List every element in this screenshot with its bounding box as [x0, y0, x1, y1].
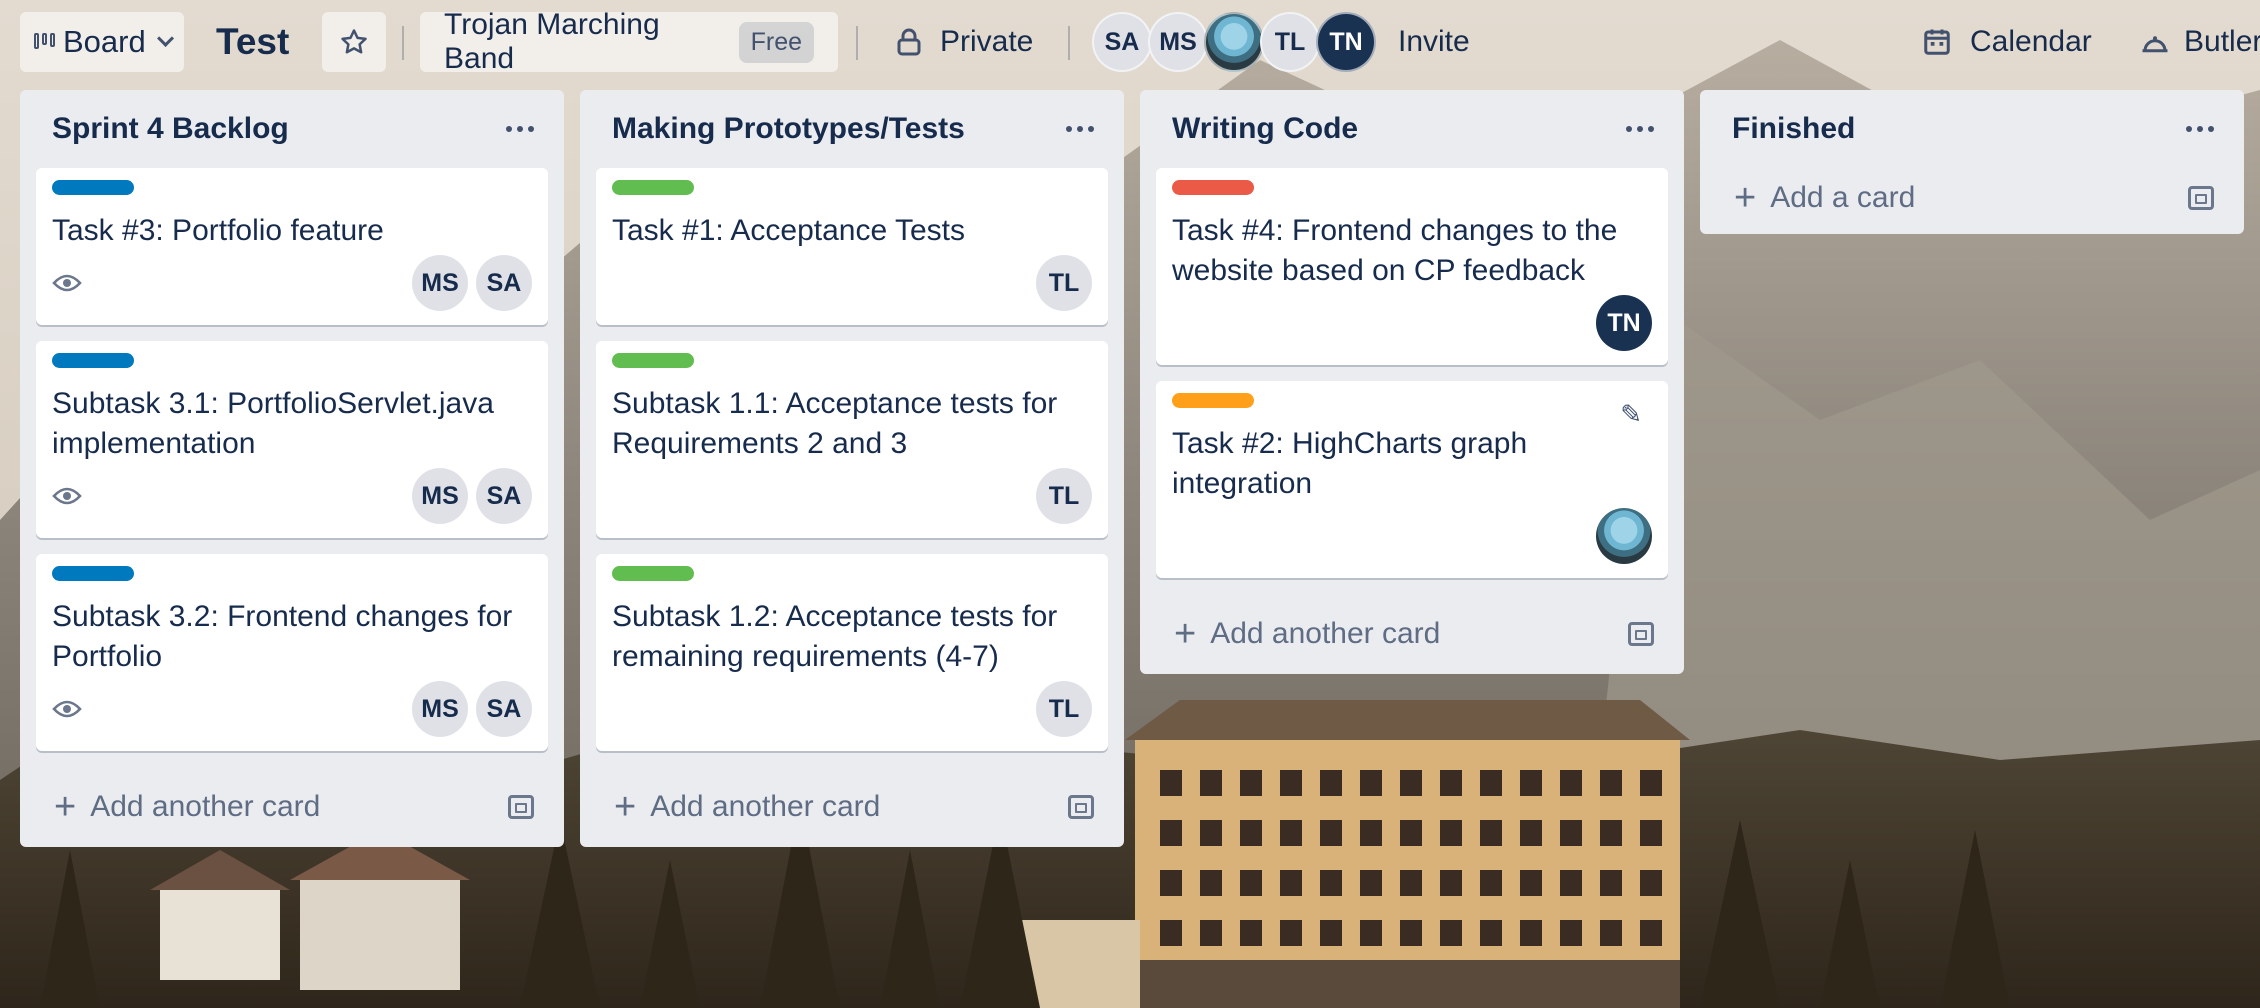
add-card-button[interactable]: + Add another card — [20, 767, 564, 847]
card-member-avatar[interactable]: SA — [476, 468, 532, 524]
calendar-powerup-button[interactable]: Calendar — [1900, 12, 2114, 72]
card[interactable]: Subtask 1.2: Acceptance tests for remain… — [596, 554, 1108, 751]
card-label[interactable] — [612, 566, 694, 581]
card-title: Subtask 1.1: Acceptance tests for Requir… — [612, 387, 1058, 460]
plus-icon: + — [1734, 176, 1757, 219]
header-divider — [1068, 26, 1070, 60]
add-card-button[interactable]: + Add another card — [580, 767, 1124, 847]
pencil-icon[interactable]: ✎ — [1620, 399, 1642, 430]
card-title: Subtask 3.1: PortfolioServlet.java imple… — [52, 387, 494, 460]
calendar-label: Calendar — [1970, 25, 2092, 58]
card-member-avatar[interactable]: TL — [1036, 255, 1092, 311]
plus-icon: + — [614, 785, 637, 828]
list-finished: Finished + Add a card — [1700, 90, 2244, 234]
card-member-avatar[interactable]: MS — [412, 255, 468, 311]
card-label[interactable] — [1172, 393, 1254, 408]
card-member-avatar[interactable]: SA — [476, 255, 532, 311]
team-button[interactable]: Trojan Marching Band Free — [420, 8, 838, 75]
list-title[interactable]: Finished — [1732, 112, 1855, 146]
card-label[interactable] — [52, 180, 134, 195]
card[interactable]: Task #4: Frontend changes to the website… — [1156, 168, 1668, 365]
visibility-button[interactable]: Private — [874, 12, 1055, 72]
card[interactable]: Subtask 1.1: Acceptance tests for Requir… — [596, 341, 1108, 538]
member-avatar[interactable]: SA — [1092, 12, 1152, 72]
add-card-label: Add another card — [90, 790, 321, 823]
board-header: Board Test Trojan Marching Band Free Pri… — [0, 0, 2260, 84]
card-title: Task #4: Frontend changes to the website… — [1172, 214, 1618, 287]
butler-label: Butler — [2184, 25, 2260, 58]
eye-icon — [52, 700, 82, 718]
header-divider — [856, 26, 858, 60]
plus-icon: + — [54, 785, 77, 828]
list-making-prototypes-tests: Making Prototypes/Tests Task #1: Accepta… — [580, 90, 1124, 847]
lock-icon — [897, 28, 921, 56]
card[interactable]: Subtask 3.2: Frontend changes for Portfo… — [36, 554, 548, 751]
card-label[interactable] — [52, 353, 134, 368]
add-card-label: Add another card — [650, 790, 881, 823]
header-divider — [402, 26, 404, 60]
card-template-icon[interactable] — [508, 795, 534, 819]
ellipsis-icon[interactable] — [2186, 126, 2214, 132]
eye-icon — [52, 487, 82, 505]
card-member-avatar-image[interactable] — [1596, 508, 1652, 564]
card-title: Subtask 3.2: Frontend changes for Portfo… — [52, 600, 513, 673]
add-card-label: Add another card — [1210, 617, 1441, 650]
add-card-button[interactable]: + Add another card — [1140, 594, 1684, 674]
plus-icon: + — [1174, 612, 1197, 655]
board-view-switcher[interactable]: Board — [20, 12, 184, 72]
list-title[interactable]: Sprint 4 Backlog — [52, 112, 289, 146]
card-label[interactable] — [612, 353, 694, 368]
chevron-down-icon — [156, 29, 174, 47]
add-card-button[interactable]: + Add a card — [1700, 162, 2244, 234]
star-button[interactable] — [322, 12, 386, 72]
card-title: Task #3: Portfolio feature — [52, 214, 384, 247]
butler-icon — [2142, 36, 2168, 53]
card-label[interactable] — [1172, 180, 1254, 195]
ellipsis-icon[interactable] — [1626, 126, 1654, 132]
butler-button[interactable]: Butler — [2118, 12, 2260, 72]
list-writing-code: Writing Code Task #4: Frontend changes t… — [1140, 90, 1684, 674]
add-card-label: Add a card — [1770, 181, 1916, 214]
card-label[interactable] — [612, 180, 694, 195]
card-member-avatar[interactable]: MS — [412, 681, 468, 737]
member-avatar[interactable]: TN — [1316, 12, 1376, 72]
card-member-avatar[interactable]: TN — [1596, 295, 1652, 351]
card-member-avatar[interactable]: SA — [476, 681, 532, 737]
card-member-avatar[interactable]: MS — [412, 468, 468, 524]
list-sprint-4-backlog: Sprint 4 Backlog Task #3: Portfolio feat… — [20, 90, 564, 847]
board-view-label: Board — [63, 24, 146, 59]
star-icon — [341, 29, 367, 54]
list-title[interactable]: Writing Code — [1172, 112, 1358, 146]
card-template-icon[interactable] — [1068, 795, 1094, 819]
team-plan-badge: Free — [738, 21, 814, 63]
card-template-icon[interactable] — [1628, 622, 1654, 646]
board-title[interactable]: Test — [216, 12, 289, 72]
card[interactable]: Task #1: Acceptance Tests TL — [596, 168, 1108, 325]
card[interactable]: Subtask 3.1: PortfolioServlet.java imple… — [36, 341, 548, 538]
list-title[interactable]: Making Prototypes/Tests — [612, 112, 965, 146]
card[interactable]: ✎ Task #2: HighCharts graph integration — [1156, 381, 1668, 578]
invite-button[interactable]: Invite — [1376, 12, 1492, 72]
card-label[interactable] — [52, 566, 134, 581]
board-icon — [34, 33, 55, 51]
visibility-label: Private — [940, 25, 1034, 58]
member-avatar[interactable]: TL — [1260, 12, 1320, 72]
card-member-avatar[interactable]: TL — [1036, 468, 1092, 524]
board-members: SA MS TL TN — [1092, 10, 1376, 74]
member-avatar-image[interactable] — [1204, 12, 1264, 72]
ellipsis-icon[interactable] — [506, 126, 534, 132]
team-name: Trojan Marching Band — [444, 8, 660, 75]
ellipsis-icon[interactable] — [1066, 126, 1094, 132]
calendar-icon — [1924, 29, 1950, 55]
card-member-avatar[interactable]: TL — [1036, 681, 1092, 737]
card[interactable]: Task #3: Portfolio feature MS SA — [36, 168, 548, 325]
card-title: Task #2: HighCharts graph integration — [1172, 427, 1528, 500]
member-avatar[interactable]: MS — [1148, 12, 1208, 72]
eye-icon — [52, 274, 82, 292]
card-title: Task #1: Acceptance Tests — [612, 214, 965, 247]
card-title: Subtask 1.2: Acceptance tests for remain… — [612, 600, 1058, 673]
card-template-icon[interactable] — [2188, 186, 2214, 210]
